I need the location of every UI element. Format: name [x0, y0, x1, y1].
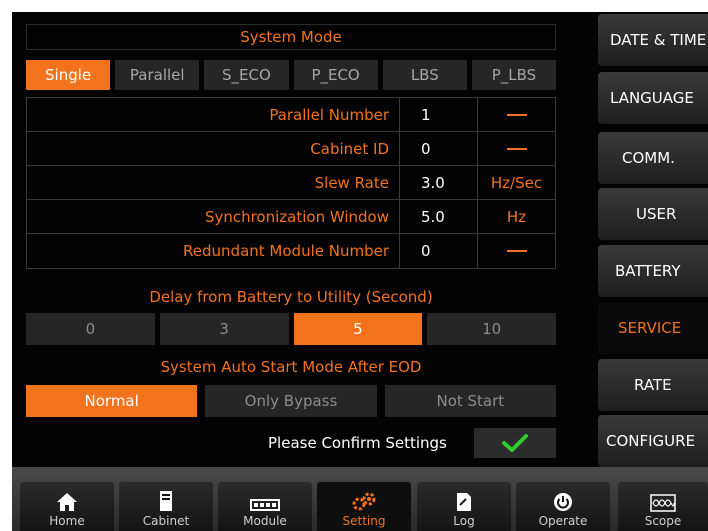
redundant-module-field[interactable]: 0 — [400, 234, 478, 268]
toolbar-home-button[interactable]: Home — [20, 482, 114, 531]
mode-p-lbs-button[interactable]: P_LBS — [471, 60, 557, 90]
auto-start-selector: Normal Only Bypass Not Start — [26, 385, 556, 417]
param-row-parallel-number: Parallel Number 1 — [27, 98, 555, 132]
menu-battery[interactable]: BATTERY — [598, 245, 708, 297]
toolbar-label: Setting — [342, 514, 386, 528]
toolbar-operate-button[interactable]: Operate — [516, 482, 610, 531]
unit-dash — [506, 250, 527, 252]
menu-comm[interactable]: COMM. — [598, 132, 708, 184]
toolbar-label: Cabinet — [142, 514, 190, 528]
param-label: Slew Rate — [27, 166, 400, 199]
delay-10-button[interactable]: 10 — [427, 313, 556, 345]
menu-service[interactable]: SERVICE — [598, 302, 708, 354]
param-row-slew-rate: Slew Rate 3.0 Hz/Sec — [27, 166, 555, 200]
ups-settings-screen: System Mode Single Parallel S_ECO P_ECO … — [12, 12, 708, 531]
home-icon — [57, 493, 77, 511]
mode-parallel-button[interactable]: Parallel — [115, 60, 200, 90]
menu-user[interactable]: USER — [598, 188, 708, 240]
confirm-label: Please Confirm Settings — [268, 434, 447, 452]
param-unit — [478, 234, 555, 268]
auto-normal-button[interactable]: Normal — [26, 385, 198, 417]
delay-5-button[interactable]: 5 — [293, 313, 423, 345]
menu-language[interactable]: LANGUAGE — [598, 72, 708, 124]
toolbar-module-button[interactable]: Module — [218, 482, 312, 531]
delay-0-button[interactable]: 0 — [26, 313, 155, 345]
system-mode-title: System Mode — [26, 24, 556, 50]
toolbar-label: Scope — [644, 514, 682, 528]
scope-icon — [650, 494, 676, 512]
cabinet-icon — [160, 491, 172, 511]
toolbar-setting-button[interactable]: Setting — [317, 482, 411, 531]
sync-window-field[interactable]: 5.0 — [400, 200, 478, 233]
param-unit — [478, 98, 555, 131]
param-row-cabinet-id: Cabinet ID 0 — [27, 132, 555, 166]
parameter-table: Parallel Number 1 Cabinet ID 0 Slew Rate… — [26, 97, 556, 269]
toolbar-label: Operate — [538, 514, 588, 528]
unit-dash — [506, 113, 527, 116]
toolbar-cabinet-button[interactable]: Cabinet — [119, 482, 213, 531]
log-icon — [457, 493, 471, 511]
delay-selector: 0 3 5 10 — [26, 313, 556, 345]
auto-start-title: System Auto Start Mode After EOD — [160, 358, 422, 376]
toolbar-label: Home — [49, 514, 85, 528]
param-label: Parallel Number — [27, 98, 400, 131]
toolbar-log-button[interactable]: Log — [417, 482, 511, 531]
param-label: Synchronization Window — [27, 200, 400, 233]
bottom-toolbar: Home Cabinet Module Setting Log Operate … — [12, 467, 708, 531]
system-mode-selector: Single Parallel S_ECO P_ECO LBS P_LBS — [26, 60, 557, 90]
mode-lbs-button[interactable]: LBS — [382, 60, 467, 90]
toolbar-label: Log — [453, 514, 475, 528]
confirm-button[interactable] — [474, 428, 556, 458]
auto-only-bypass-button[interactable]: Only Bypass — [205, 385, 377, 417]
gear-icon — [352, 492, 376, 511]
power-icon — [554, 493, 572, 511]
param-row-sync-window: Synchronization Window 5.0 Hz — [27, 200, 555, 234]
parallel-number-field[interactable]: 1 — [400, 98, 478, 131]
param-label: Redundant Module Number — [27, 234, 400, 268]
toolbar-label: Module — [243, 514, 287, 528]
delay-3-button[interactable]: 3 — [159, 313, 289, 345]
param-unit: Hz — [506, 207, 527, 226]
mode-single-button[interactable]: Single — [26, 60, 111, 90]
menu-date-time[interactable]: DATE & TIME — [598, 14, 708, 66]
mode-s-eco-button[interactable]: S_ECO — [204, 60, 289, 90]
auto-not-start-button[interactable]: Not Start — [384, 385, 556, 417]
module-icon — [250, 499, 280, 511]
toolbar-scope-button[interactable]: Scope — [618, 482, 708, 531]
param-row-redundant-module: Redundant Module Number 0 — [27, 234, 555, 268]
menu-configure[interactable]: CONFIGURE — [598, 415, 708, 467]
delay-title: Delay from Battery to Utility (Second) — [149, 288, 433, 306]
param-unit — [478, 132, 555, 165]
cabinet-id-field[interactable]: 0 — [400, 132, 478, 165]
menu-rate[interactable]: RATE — [598, 359, 708, 411]
mode-p-eco-button[interactable]: P_ECO — [293, 60, 378, 90]
unit-dash — [506, 147, 527, 150]
param-unit: Hz/Sec — [490, 173, 543, 192]
slew-rate-field[interactable]: 3.0 — [400, 166, 478, 199]
param-label: Cabinet ID — [27, 132, 400, 165]
checkmark-icon — [502, 434, 528, 452]
